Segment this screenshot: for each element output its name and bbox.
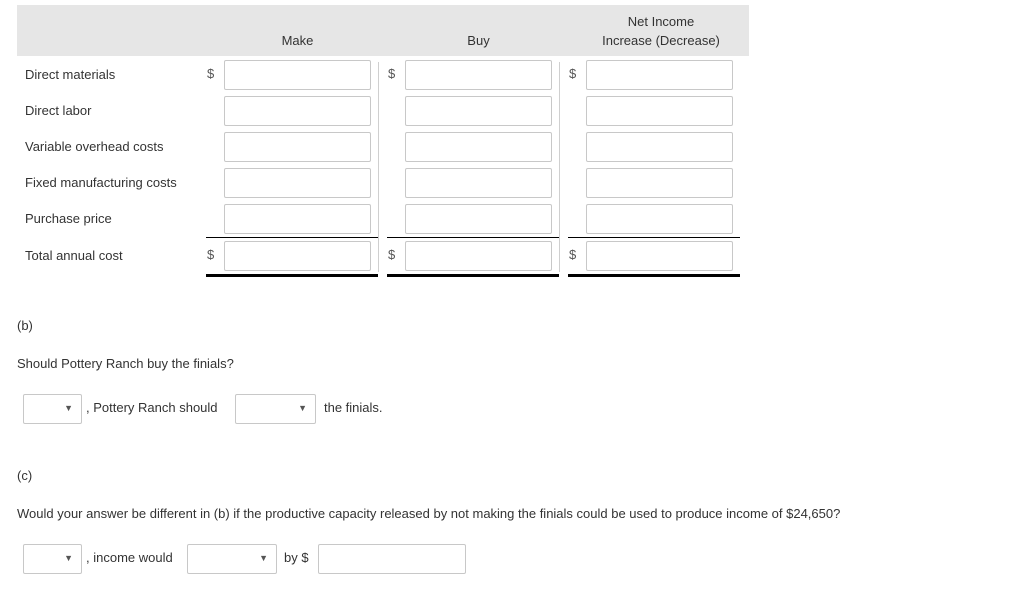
net-direct-labor-input[interactable] [586, 96, 733, 126]
column-header-make: Make [281, 33, 314, 48]
part-c-text2: by $ [284, 550, 309, 565]
column-header-net-line2: Increase (Decrease) [602, 33, 720, 48]
part-b-question: Should Pottery Ranch buy the finials? [17, 356, 234, 371]
column-header-buy: Buy [467, 33, 490, 48]
make-purchase-price-input[interactable] [224, 204, 371, 234]
dollar-sign: $ [207, 66, 215, 81]
buy-total-annual-cost-input[interactable] [405, 241, 552, 271]
row-label-fixed-manufacturing: Fixed manufacturing costs [25, 175, 177, 190]
part-c-direction-select[interactable]: ▼ [187, 544, 277, 574]
caret-down-icon: ▼ [259, 553, 268, 563]
row-label-direct-labor: Direct labor [25, 103, 92, 118]
column-separator [559, 62, 560, 272]
column-header-net-line1: Net Income [627, 14, 695, 29]
row-label-direct-materials: Direct materials [25, 67, 116, 82]
caret-down-icon: ▼ [64, 553, 73, 563]
subtotal-rule [568, 237, 740, 238]
row-label-purchase-price: Purchase price [25, 211, 112, 226]
part-b-action-select[interactable]: ▼ [235, 394, 316, 424]
buy-purchase-price-input[interactable] [405, 204, 552, 234]
part-c-amount-input[interactable] [318, 544, 466, 574]
buy-direct-materials-input[interactable] [405, 60, 552, 90]
make-total-annual-cost-input[interactable] [224, 241, 371, 271]
part-b-text1: , Pottery Ranch should [86, 400, 218, 415]
total-rule [206, 274, 378, 277]
part-c-label: (c) [17, 468, 33, 483]
subtotal-rule [387, 237, 559, 238]
make-fixed-manufacturing-input[interactable] [224, 168, 371, 198]
column-separator [378, 62, 379, 272]
part-c-text1: , income would [86, 550, 173, 565]
part-c-question: Would your answer be different in (b) if… [17, 506, 841, 521]
part-c-yes-no-select[interactable]: ▼ [23, 544, 82, 574]
net-variable-overhead-input[interactable] [586, 132, 733, 162]
buy-variable-overhead-input[interactable] [405, 132, 552, 162]
caret-down-icon: ▼ [64, 403, 73, 413]
net-fixed-manufacturing-input[interactable] [586, 168, 733, 198]
part-b-yes-no-select[interactable]: ▼ [23, 394, 82, 424]
net-purchase-price-input[interactable] [586, 204, 733, 234]
net-total-annual-cost-input[interactable] [586, 241, 733, 271]
subtotal-rule [206, 237, 378, 238]
dollar-sign: $ [569, 247, 577, 262]
row-label-variable-overhead: Variable overhead costs [25, 139, 164, 154]
make-direct-labor-input[interactable] [224, 96, 371, 126]
buy-direct-labor-input[interactable] [405, 96, 552, 126]
dollar-sign: $ [207, 247, 215, 262]
caret-down-icon: ▼ [298, 403, 307, 413]
make-direct-materials-input[interactable] [224, 60, 371, 90]
dollar-sign: $ [388, 247, 396, 262]
row-label-total-annual-cost: Total annual cost [25, 248, 123, 263]
dollar-sign: $ [569, 66, 577, 81]
net-direct-materials-input[interactable] [586, 60, 733, 90]
total-rule [387, 274, 559, 277]
total-rule [568, 274, 740, 277]
dollar-sign: $ [388, 66, 396, 81]
part-b-text2: the finials. [324, 400, 383, 415]
column-header-net-income: Net Income Increase (Decrease) [576, 12, 746, 50]
buy-fixed-manufacturing-input[interactable] [405, 168, 552, 198]
part-b-label: (b) [17, 318, 33, 333]
make-variable-overhead-input[interactable] [224, 132, 371, 162]
